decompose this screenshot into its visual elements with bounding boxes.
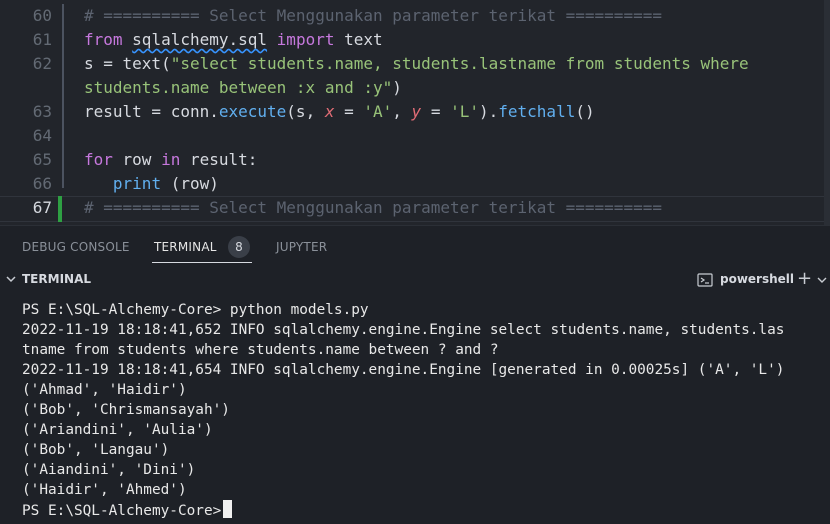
code-token: for bbox=[84, 150, 113, 169]
line-number: 66 bbox=[32, 174, 52, 193]
new-terminal-button[interactable]: + bbox=[797, 268, 812, 289]
code-line: students.name between :x and :y") bbox=[84, 76, 402, 100]
code-token: fetchall bbox=[498, 102, 576, 121]
code-token: text bbox=[334, 30, 383, 49]
line-number: 67 bbox=[32, 198, 52, 217]
line-number: 64 bbox=[32, 126, 52, 145]
code-line: from sqlalchemy.sql import text bbox=[84, 28, 383, 52]
terminal-line: ('Bob', 'Chrismansayah') bbox=[22, 400, 230, 420]
terminal-text: PS E:\SQL-Alchemy-Core> bbox=[22, 503, 222, 519]
indent-guide bbox=[62, 4, 64, 188]
code-line: # ========== Select Menggunakan paramete… bbox=[84, 196, 662, 220]
terminal-section-title: TERMINAL bbox=[22, 272, 92, 286]
code-token: (row) bbox=[161, 174, 219, 193]
terminal-output[interactable]: PS E:\SQL-Alchemy-Core> python models.py… bbox=[0, 294, 830, 524]
code-token: s = text( bbox=[84, 54, 171, 73]
terminal-text: ('Bob', 'Chrismansayah') bbox=[22, 402, 230, 418]
code-editor[interactable]: 60 # ========== Select Menggunakan parame… bbox=[0, 0, 830, 225]
terminal-text: ('Ahmad', 'Haidir') bbox=[22, 382, 187, 398]
terminal-line: ('Ariandini', 'Aulia') bbox=[22, 420, 213, 440]
code-token: = bbox=[421, 102, 451, 121]
code-token: execute bbox=[218, 102, 287, 121]
terminal-header: TERMINAL powershell + bbox=[0, 266, 830, 294]
code-line: result = conn.execute(s, x = 'A', y = 'L… bbox=[84, 100, 595, 124]
line-number: 63 bbox=[32, 102, 52, 121]
code-line: s = text("select students.name, students… bbox=[84, 52, 749, 76]
terminal-line: ('Haidir', 'Ahmed') bbox=[22, 480, 187, 500]
code-token: # ========== Select Menggunakan paramete… bbox=[84, 198, 662, 217]
code-token: 'A' bbox=[363, 102, 393, 121]
terminal-prompt: PS E:\SQL-Alchemy-Core> bbox=[22, 500, 233, 521]
terminal-text: ('Haidir', 'Ahmed') bbox=[22, 482, 187, 498]
code-token: sqlalchemy.sql bbox=[132, 30, 268, 49]
terminal-text: tname from students where students.name … bbox=[22, 342, 499, 358]
code-token: , bbox=[392, 102, 412, 121]
code-token: (s, bbox=[286, 102, 325, 121]
tab-terminal[interactable]: TERMINAL bbox=[154, 240, 217, 254]
line-number: 62 bbox=[32, 54, 52, 73]
terminal-line: ('Ahmad', 'Haidir') bbox=[22, 380, 187, 400]
terminal-line: ('Aiandini', 'Dini') bbox=[22, 460, 195, 480]
terminal-text: PS E:\SQL-Alchemy-Core> python models.py bbox=[22, 302, 369, 318]
tab-debug-console[interactable]: DEBUG CONSOLE bbox=[22, 240, 130, 254]
chevron-down-icon[interactable] bbox=[816, 274, 828, 286]
terminal-text: 2022-11-19 18:18:41,652 INFO sqlalchemy.… bbox=[22, 322, 785, 338]
terminal-cursor bbox=[223, 500, 233, 518]
code-token: # ========== Select Menggunakan paramete… bbox=[84, 6, 662, 25]
code-token: y bbox=[411, 102, 422, 121]
code-token: result: bbox=[180, 150, 258, 169]
line-number: 65 bbox=[32, 150, 52, 169]
chevron-down-icon[interactable] bbox=[4, 272, 18, 286]
panel-tab-bar: DEBUG CONSOLE TERMINAL 8 JUPYTER bbox=[0, 225, 830, 266]
line-number: 60 bbox=[32, 6, 52, 25]
code-token: in bbox=[161, 150, 181, 169]
terminal-icon bbox=[697, 273, 713, 287]
line-number: 61 bbox=[32, 30, 52, 49]
code-token: () bbox=[575, 102, 595, 121]
terminal-line: ('Bob', 'Langau') bbox=[22, 440, 169, 460]
shell-name-label[interactable]: powershell bbox=[720, 272, 794, 286]
git-modified-indicator bbox=[58, 196, 62, 222]
terminal-text: 2022-11-19 18:18:41,654 INFO sqlalchemy.… bbox=[22, 362, 785, 378]
code-token: print bbox=[112, 174, 162, 193]
terminal-line: PS E:\SQL-Alchemy-Core> python models.py bbox=[22, 300, 369, 320]
code-token: row bbox=[112, 150, 162, 169]
editor-scrollbar[interactable] bbox=[824, 0, 830, 225]
code-line: print (row) bbox=[84, 172, 219, 196]
code-token: import bbox=[276, 30, 335, 49]
active-tab-indicator bbox=[152, 262, 252, 263]
code-token: ) bbox=[392, 78, 402, 97]
code-line: # ========== Select Menggunakan paramete… bbox=[84, 4, 662, 28]
code-token: = bbox=[334, 102, 364, 121]
terminal-line: 2022-11-19 18:18:41,652 INFO sqlalchemy.… bbox=[22, 320, 784, 340]
terminal-count-badge: 8 bbox=[228, 236, 250, 258]
code-line: for row in result: bbox=[84, 148, 257, 172]
terminal-line: tname from students where students.name … bbox=[22, 340, 499, 360]
tab-jupyter[interactable]: JUPYTER bbox=[276, 240, 327, 254]
terminal-text: ('Aiandini', 'Dini') bbox=[22, 462, 196, 478]
terminal-line: 2022-11-19 18:18:41,654 INFO sqlalchemy.… bbox=[22, 360, 784, 380]
code-token: result = conn. bbox=[84, 102, 219, 121]
code-token: "select students.name, students.lastname… bbox=[170, 54, 749, 73]
terminal-text: ('Bob', 'Langau') bbox=[22, 442, 170, 458]
code-token: 'L' bbox=[450, 102, 479, 121]
terminal-text: ('Ariandini', 'Aulia') bbox=[22, 422, 213, 438]
code-token: ). bbox=[479, 102, 499, 121]
code-token: students.name between :x and :y" bbox=[84, 78, 393, 97]
code-token: from bbox=[84, 30, 123, 49]
